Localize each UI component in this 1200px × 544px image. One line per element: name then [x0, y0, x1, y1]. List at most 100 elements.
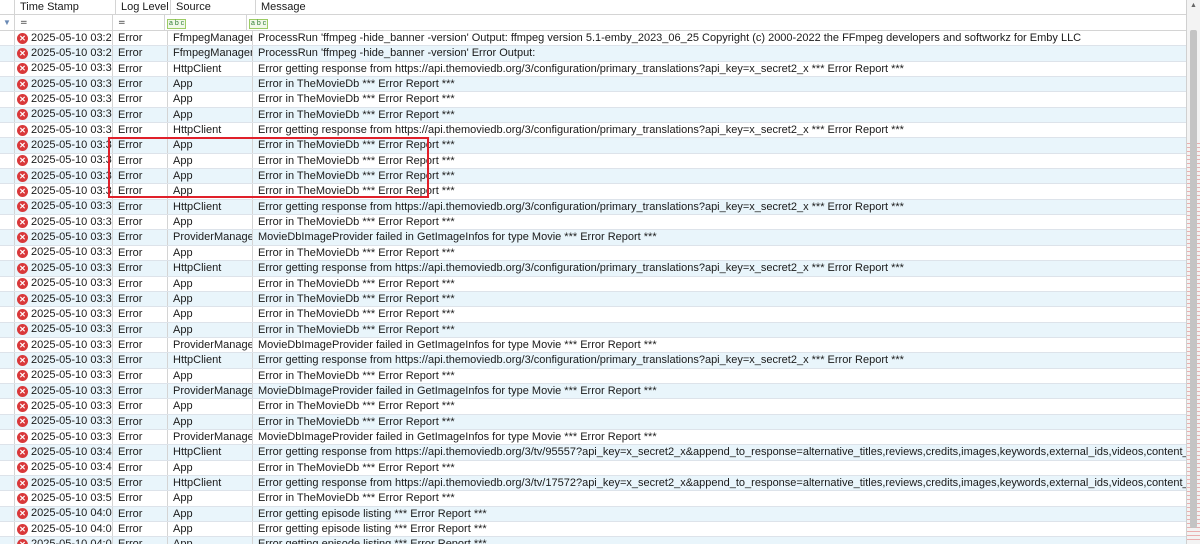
source-cell[interactable]: App: [168, 506, 253, 521]
message-cell[interactable]: Error in TheMovieDb *** Error Report ***: [253, 184, 1186, 198]
log-level-cell[interactable]: Error: [113, 31, 168, 46]
log-level-cell[interactable]: Error: [113, 153, 168, 169]
table-row[interactable]: ✕2025-05-10 03:30:10ErrorHttpClientError…: [0, 61, 1186, 78]
message-cell[interactable]: MovieDbImageProvider failed in GetImageI…: [253, 230, 1186, 244]
message-cell[interactable]: Error in TheMovieDb *** Error Report ***: [253, 138, 1186, 152]
log-level-cell[interactable]: Error: [113, 169, 168, 184]
table-row[interactable]: ✕2025-05-10 03:45:14ErrorAppError in The…: [0, 460, 1186, 476]
log-level-cell[interactable]: Error: [113, 383, 168, 399]
source-cell[interactable]: App: [168, 307, 253, 322]
time-stamp-cell[interactable]: ✕2025-05-10 04:03:34: [15, 537, 113, 544]
log-level-cell[interactable]: Error: [113, 61, 168, 77]
time-stamp-cell[interactable]: ✕2025-05-10 03:30:10: [15, 61, 113, 77]
time-stamp-cell[interactable]: ✕2025-05-10 03:30:13: [15, 92, 113, 107]
source-cell[interactable]: App: [168, 245, 253, 261]
table-row[interactable]: ✕2025-05-10 03:45:14ErrorHttpClientError…: [0, 445, 1186, 461]
source-cell[interactable]: FfmpegManager: [168, 46, 253, 61]
table-row[interactable]: ✕2025-05-10 03:31:07ErrorAppError in The…: [0, 184, 1186, 200]
source-cell[interactable]: App: [168, 138, 253, 153]
message-cell[interactable]: Error getting response from https://api.…: [253, 445, 1186, 459]
text-filter-icon[interactable]: a b c: [249, 19, 269, 29]
message-cell[interactable]: Error in TheMovieDb *** Error Report ***: [253, 246, 1186, 260]
time-stamp-cell[interactable]: ✕2025-05-10 03:57:57: [15, 475, 113, 491]
time-stamp-filter-cell[interactable]: =: [15, 15, 113, 30]
message-cell[interactable]: Error in TheMovieDb *** Error Report ***: [253, 169, 1186, 183]
source-cell[interactable]: App: [168, 169, 253, 184]
source-cell[interactable]: App: [168, 522, 253, 537]
log-level-cell[interactable]: Error: [113, 506, 168, 521]
time-stamp-cell[interactable]: ✕2025-05-10 03:30:41: [15, 123, 113, 138]
time-stamp-cell[interactable]: ✕2025-05-10 03:32:21: [15, 337, 113, 353]
column-header-message[interactable]: Message: [256, 0, 1186, 14]
message-cell[interactable]: Error getting response from https://api.…: [253, 476, 1186, 490]
table-row[interactable]: ✕2025-05-10 03:31:44ErrorAppError in The…: [0, 245, 1186, 262]
table-row[interactable]: ✕2025-05-10 03:31:53ErrorHttpClientError…: [0, 261, 1186, 277]
table-row[interactable]: ✕2025-05-10 03:32:21ErrorProviderManager…: [0, 337, 1186, 354]
table-row[interactable]: ✕2025-05-10 03:32:31ErrorHttpClientError…: [0, 353, 1186, 369]
table-row[interactable]: ✕2025-05-10 03:30:41ErrorHttpClientError…: [0, 123, 1186, 139]
log-level-cell[interactable]: Error: [113, 460, 168, 475]
table-row[interactable]: ✕2025-05-10 03:31:53ErrorAppError in The…: [0, 276, 1186, 292]
log-level-cell[interactable]: Error: [113, 245, 168, 261]
source-cell[interactable]: App: [168, 491, 253, 506]
table-row[interactable]: ✕2025-05-10 03:32:31ErrorAppError in The…: [0, 368, 1186, 384]
log-level-cell[interactable]: Error: [113, 537, 168, 544]
table-row[interactable]: ✕2025-05-10 03:30:58ErrorAppError in The…: [0, 169, 1186, 185]
source-cell[interactable]: HttpClient: [168, 199, 253, 215]
time-stamp-cell[interactable]: ✕2025-05-10 03:30:58: [15, 169, 113, 184]
source-cell[interactable]: App: [168, 414, 253, 429]
message-cell[interactable]: Error getting episode listing *** Error …: [253, 522, 1186, 536]
time-stamp-cell[interactable]: ✕2025-05-10 03:31:44: [15, 245, 113, 261]
source-cell[interactable]: App: [168, 184, 253, 199]
source-cell[interactable]: App: [168, 399, 253, 414]
table-row[interactable]: ✕2025-05-10 03:26:12ErrorFfmpegManagerPr…: [0, 31, 1186, 47]
source-cell[interactable]: HttpClient: [168, 475, 253, 491]
log-level-cell[interactable]: Error: [113, 322, 168, 337]
source-cell[interactable]: ProviderManager: [168, 337, 253, 353]
table-row[interactable]: ✕2025-05-10 03:31:15ErrorHttpClientError…: [0, 199, 1186, 216]
source-cell[interactable]: App: [168, 77, 253, 92]
column-header-log-level[interactable]: Log Level ▼: [116, 0, 171, 14]
time-stamp-cell[interactable]: ✕2025-05-10 03:31:53: [15, 261, 113, 276]
table-row[interactable]: ✕2025-05-10 03:31:15ErrorAppError in The…: [0, 215, 1186, 231]
log-level-cell[interactable]: Error: [113, 261, 168, 276]
log-level-cell[interactable]: Error: [113, 429, 168, 445]
time-stamp-cell[interactable]: ✕2025-05-10 03:32:31: [15, 353, 113, 368]
source-cell[interactable]: FfmpegManager: [168, 31, 253, 46]
time-stamp-cell[interactable]: ✕2025-05-10 03:30:38: [15, 107, 113, 123]
source-cell[interactable]: App: [168, 215, 253, 230]
time-stamp-cell[interactable]: ✕2025-05-10 03:32:54: [15, 429, 113, 445]
message-cell[interactable]: ProcessRun 'ffmpeg -hide_banner -version…: [253, 46, 1186, 60]
time-stamp-cell[interactable]: ✕2025-05-10 03:32:31: [15, 368, 113, 383]
time-stamp-cell[interactable]: ✕2025-05-10 03:30:49: [15, 153, 113, 169]
message-cell[interactable]: Error in TheMovieDb *** Error Report ***: [253, 307, 1186, 321]
table-row[interactable]: ✕2025-05-10 03:30:41ErrorAppError in The…: [0, 138, 1186, 154]
time-stamp-cell[interactable]: ✕2025-05-10 03:31:15: [15, 230, 113, 245]
time-stamp-cell[interactable]: ✕2025-05-10 04:03:34: [15, 506, 113, 521]
table-row[interactable]: ✕2025-05-10 04:03:34ErrorAppError gettin…: [0, 506, 1186, 522]
log-level-cell[interactable]: Error: [113, 215, 168, 230]
table-row[interactable]: ✕2025-05-10 03:31:15ErrorProviderManager…: [0, 230, 1186, 246]
table-row[interactable]: ✕2025-05-10 03:30:49ErrorAppError in The…: [0, 153, 1186, 170]
source-filter-cell[interactable]: a b c: [165, 15, 247, 30]
source-cell[interactable]: App: [168, 291, 253, 307]
message-cell[interactable]: Error in TheMovieDb *** Error Report ***: [253, 215, 1186, 229]
scroll-up-icon[interactable]: ▲: [1190, 2, 1197, 9]
table-row[interactable]: ✕2025-05-10 03:26:12ErrorFfmpegManagerPr…: [0, 46, 1186, 62]
log-level-cell[interactable]: Error: [113, 399, 168, 414]
log-level-cell[interactable]: Error: [113, 475, 168, 491]
message-cell[interactable]: Error in TheMovieDb *** Error Report ***: [253, 277, 1186, 291]
time-stamp-cell[interactable]: ✕2025-05-10 03:26:12: [15, 31, 113, 46]
time-stamp-cell[interactable]: ✕2025-05-10 03:32:10: [15, 307, 113, 322]
message-cell[interactable]: Error getting response from https://api.…: [253, 353, 1186, 367]
table-row[interactable]: ✕2025-05-10 03:32:10ErrorAppError in The…: [0, 307, 1186, 323]
log-level-cell[interactable]: Error: [113, 107, 168, 123]
log-level-cell[interactable]: Error: [113, 291, 168, 307]
log-level-cell[interactable]: Error: [113, 414, 168, 429]
log-level-filter-cell[interactable]: =: [113, 15, 165, 30]
time-stamp-cell[interactable]: ✕2025-05-10 03:45:14: [15, 445, 113, 460]
source-cell[interactable]: App: [168, 537, 253, 544]
equals-operator-icon[interactable]: =: [17, 18, 28, 28]
message-cell[interactable]: MovieDbImageProvider failed in GetImageI…: [253, 338, 1186, 352]
message-cell[interactable]: Error in TheMovieDb *** Error Report ***: [253, 369, 1186, 383]
